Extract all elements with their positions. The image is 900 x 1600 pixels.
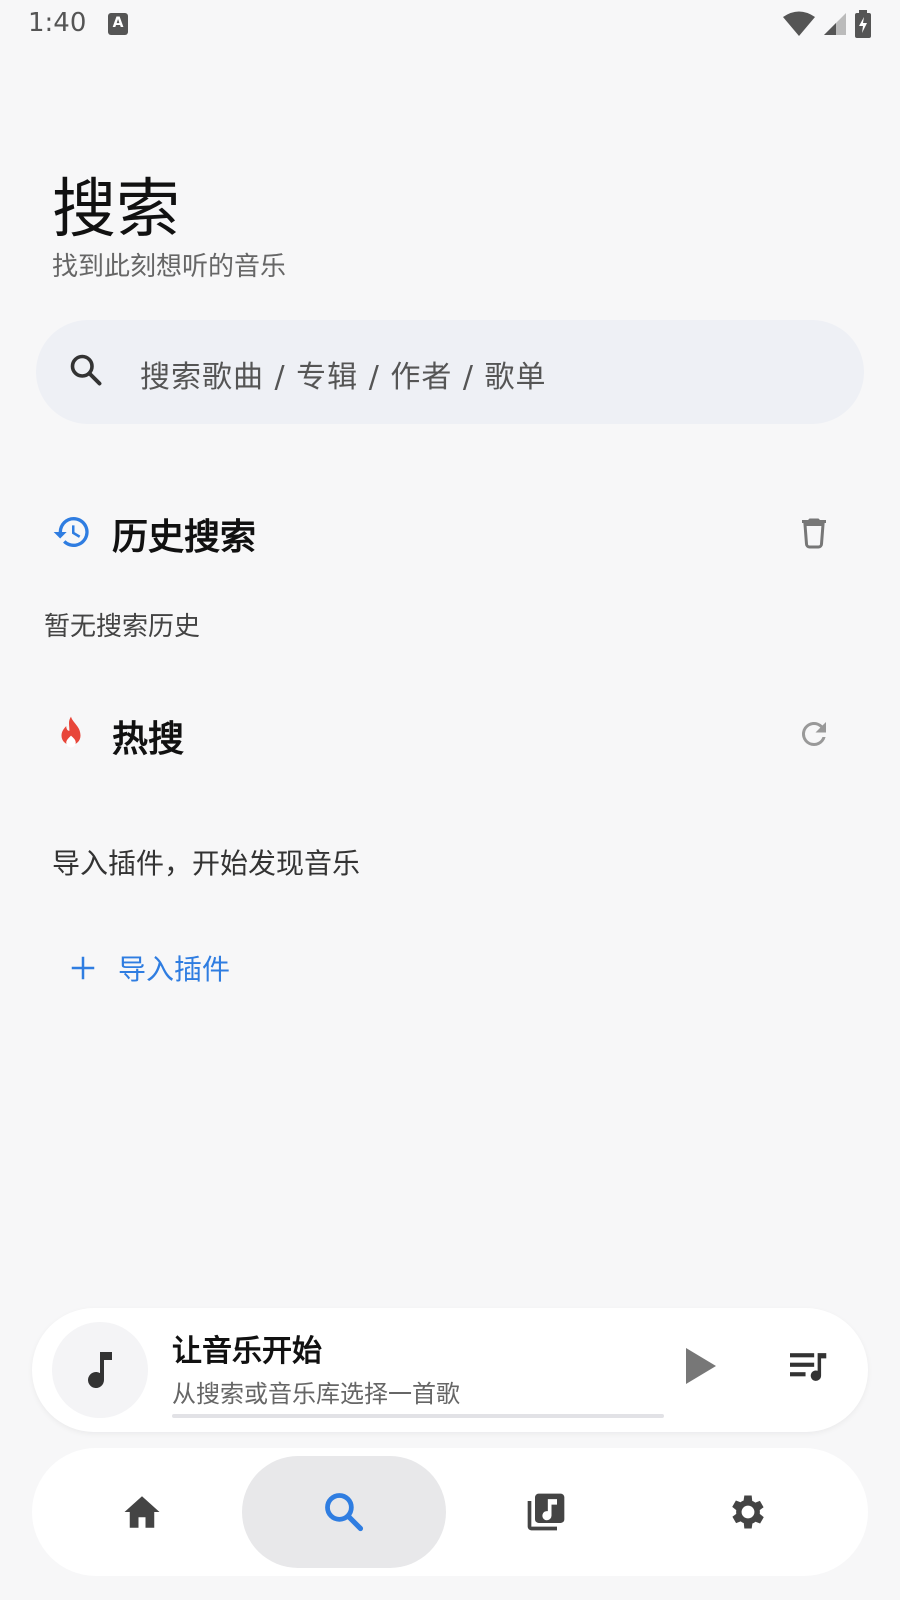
history-header: 历史搜索 <box>52 502 832 562</box>
hot-title: 热搜 <box>112 719 185 760</box>
cell-signal-icon <box>824 13 846 35</box>
library-icon <box>527 1493 565 1531</box>
hot-header: 热搜 <box>52 704 832 764</box>
home-icon <box>124 1496 160 1528</box>
history-title: 历史搜索 <box>112 517 257 558</box>
settings-icon <box>732 1495 764 1529</box>
search-icon <box>70 354 102 386</box>
status-bar: 1:40 A <box>0 0 900 52</box>
import-plugin-label: 导入插件 <box>118 953 231 986</box>
battery-icon <box>855 10 871 38</box>
progress-bar[interactable] <box>172 1414 664 1418</box>
mini-player-subtitle: 从搜索或音乐库选择一首歌 <box>172 1380 460 1408</box>
page-title: 搜索 <box>52 173 180 247</box>
import-plugin-button[interactable]: 导入插件 <box>68 940 230 996</box>
page-subtitle: 找到此刻想听的音乐 <box>52 252 287 282</box>
play-icon[interactable] <box>682 1346 718 1386</box>
nav-search[interactable] <box>242 1456 446 1568</box>
empty-history-text: 暂无搜索历史 <box>44 612 201 642</box>
flame-icon <box>61 716 81 748</box>
search-input[interactable]: 搜索歌曲 / 专辑 / 作者 / 歌单 <box>36 320 864 424</box>
mini-player-title: 让音乐开始 <box>172 1334 322 1369</box>
music-note-icon <box>88 1352 112 1389</box>
history-icon <box>53 517 89 547</box>
nav-library[interactable] <box>444 1456 648 1568</box>
plus-icon <box>71 956 95 980</box>
notification-icon: A <box>108 13 128 35</box>
status-time: 1:40 <box>28 8 87 38</box>
plugin-hint-text: 导入插件，开始发现音乐 <box>52 847 361 880</box>
search-placeholder: 搜索歌曲 / 专辑 / 作者 / 歌单 <box>140 360 547 395</box>
album-cover <box>52 1322 148 1418</box>
status-icons <box>782 10 872 38</box>
wifi-icon <box>783 11 815 36</box>
nav-settings[interactable] <box>646 1456 850 1568</box>
refresh-icon[interactable] <box>796 716 832 752</box>
search-icon <box>325 1493 364 1532</box>
mini-player[interactable]: 让音乐开始 从搜索或音乐库选择一首歌 <box>32 1308 868 1432</box>
bottom-nav <box>32 1448 868 1576</box>
nav-home[interactable] <box>40 1456 244 1568</box>
trash-icon[interactable] <box>796 514 832 550</box>
playlist-icon[interactable] <box>788 1348 830 1386</box>
